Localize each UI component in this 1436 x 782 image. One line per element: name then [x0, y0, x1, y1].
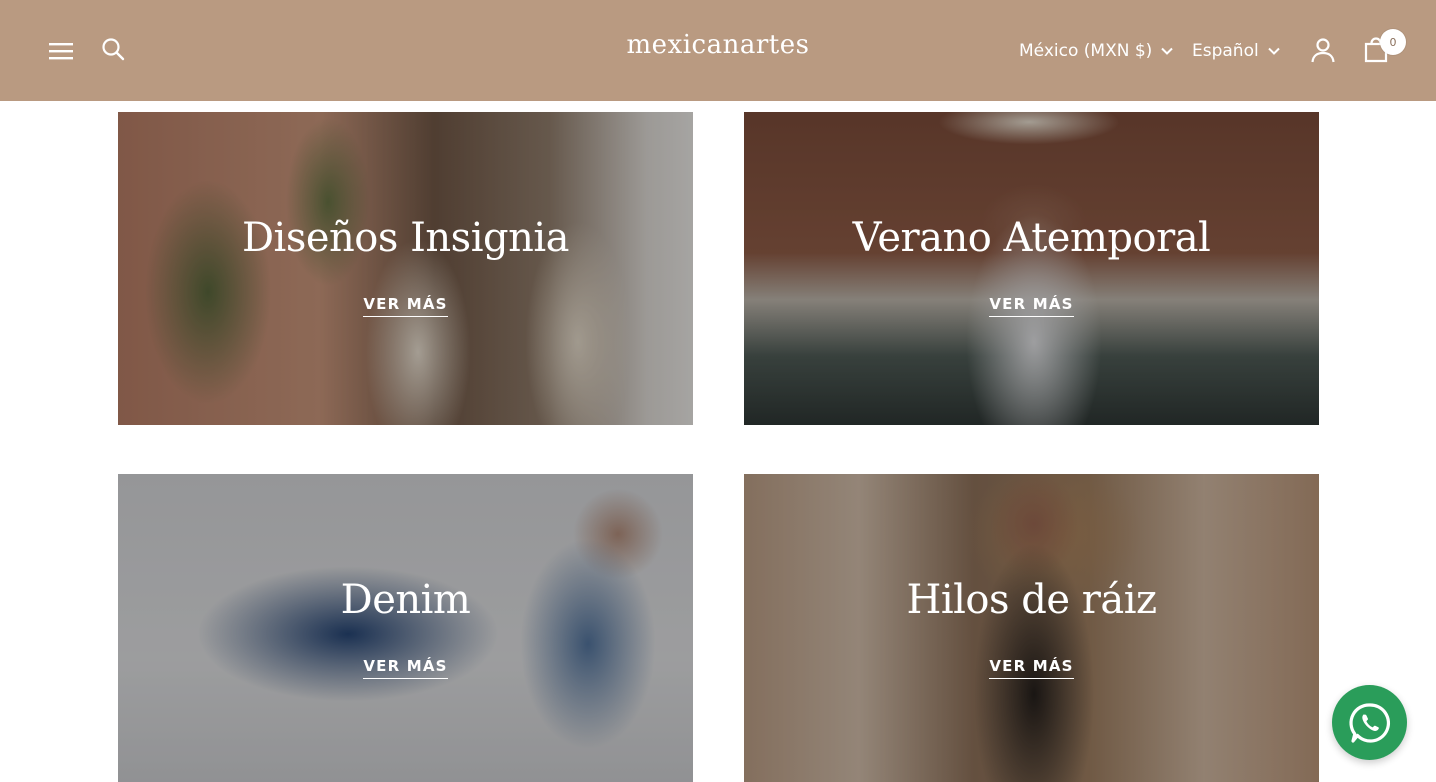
image-overlay	[118, 112, 693, 425]
collection-card-verano-atemporal[interactable]: Verano Atemporal VER MÁS	[744, 112, 1319, 425]
language-label: Español	[1192, 41, 1259, 61]
view-more-label: VER MÁS	[363, 295, 448, 317]
language-selector[interactable]: Español	[1192, 38, 1280, 64]
account-button[interactable]	[1308, 35, 1338, 65]
menu-button[interactable]	[46, 36, 76, 66]
view-more-link[interactable]: VER MÁS	[744, 295, 1319, 317]
collection-title: Verano Atemporal	[852, 215, 1211, 261]
hamburger-menu-icon	[49, 43, 73, 60]
collection-title: Hilos de ráiz	[906, 577, 1157, 623]
collection-title: Denim	[340, 577, 471, 623]
view-more-label: VER MÁS	[363, 657, 448, 679]
search-icon	[102, 38, 125, 61]
user-icon	[1311, 38, 1335, 63]
collection-title: Diseños Insignia	[241, 215, 570, 261]
image-overlay	[744, 474, 1319, 782]
search-button[interactable]	[98, 34, 128, 64]
chevron-down-icon	[1161, 47, 1173, 55]
whatsapp-icon	[1348, 702, 1390, 743]
chevron-down-icon	[1268, 47, 1280, 55]
whatsapp-chat-button[interactable]	[1332, 685, 1407, 760]
view-more-label: VER MÁS	[989, 295, 1074, 317]
site-logo[interactable]: mexicanartes	[568, 30, 868, 70]
view-more-link[interactable]: VER MÁS	[118, 295, 693, 317]
currency-label: México (MXN $)	[1019, 41, 1153, 61]
view-more-link[interactable]: VER MÁS	[118, 657, 693, 679]
collection-card-denim[interactable]: Denim VER MÁS	[118, 474, 693, 782]
currency-selector[interactable]: México (MXN $)	[1019, 38, 1173, 64]
site-header: mexicanartes México (MXN $) Español 0	[0, 0, 1436, 101]
view-more-label: VER MÁS	[989, 657, 1074, 679]
image-overlay	[744, 112, 1319, 425]
view-more-link[interactable]: VER MÁS	[744, 657, 1319, 679]
cart-count-badge: 0	[1380, 29, 1406, 55]
collection-card-disenos-insignia[interactable]: Diseños Insignia VER MÁS	[118, 112, 693, 425]
image-overlay	[118, 474, 693, 782]
collection-card-hilos-de-raiz[interactable]: Hilos de ráiz VER MÁS	[744, 474, 1319, 782]
